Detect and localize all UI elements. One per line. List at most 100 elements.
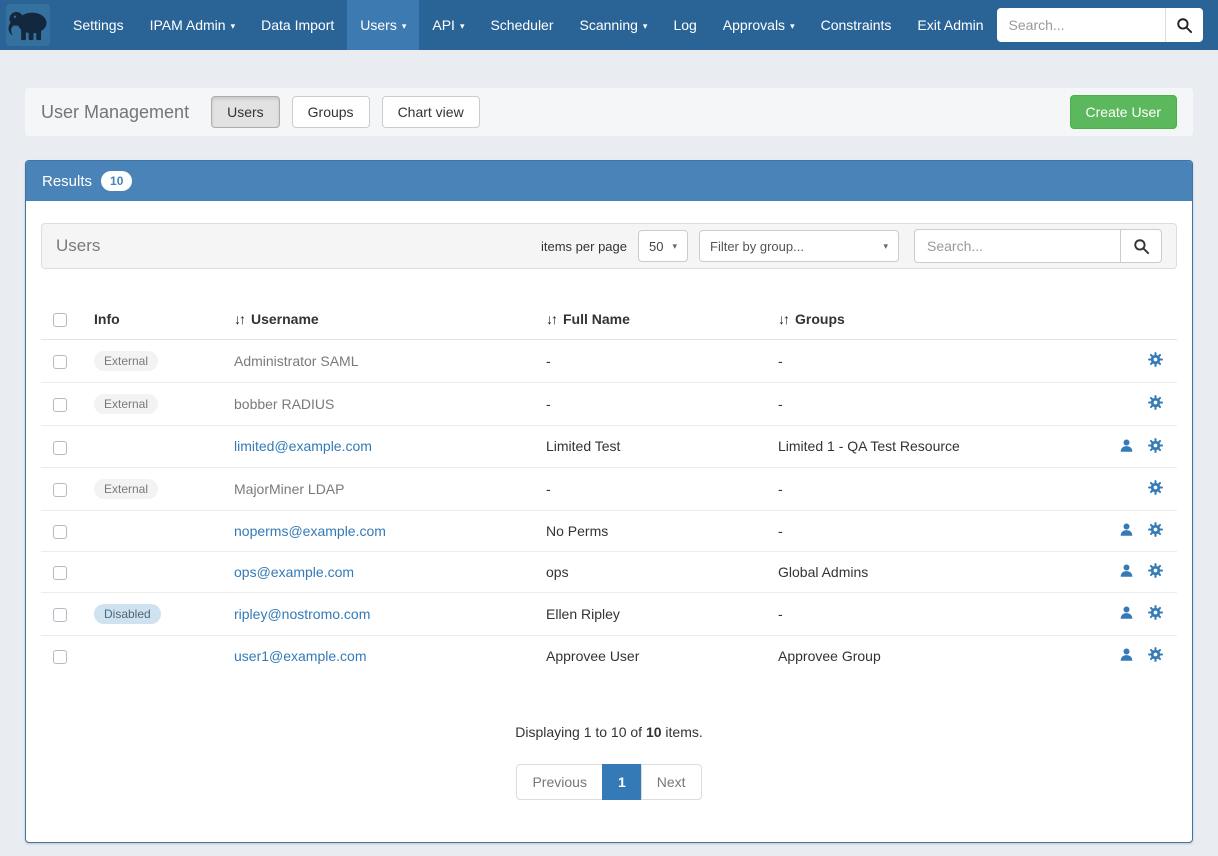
column-header-username[interactable]: ↓↑Username: [226, 301, 538, 340]
table-row: External Administrator SAML - -: [41, 340, 1177, 383]
username-cell: MajorMiner LDAP: [234, 481, 344, 497]
global-search-button[interactable]: [1165, 8, 1203, 42]
username-cell: Administrator SAML: [234, 353, 358, 369]
fullname-cell: -: [538, 383, 770, 426]
status-badge: External: [94, 394, 158, 414]
gear-icon[interactable]: [1148, 395, 1163, 413]
row-checkbox[interactable]: [53, 650, 67, 664]
nav-item-log[interactable]: Log: [660, 0, 709, 50]
user-menu[interactable]: ▾: [1203, 16, 1218, 34]
nav-item-constraints[interactable]: Constraints: [808, 0, 905, 50]
table-row: limited@example.com Limited Test Limited…: [41, 426, 1177, 467]
items-per-page-select[interactable]: 50 ▾: [638, 230, 688, 262]
toolbar-title: Users: [56, 236, 100, 256]
status-badge: Disabled: [94, 604, 161, 624]
row-checkbox[interactable]: [53, 525, 67, 539]
gear-icon[interactable]: [1148, 647, 1163, 665]
table-row: Disabled ripley@nostromo.com Ellen Riple…: [41, 593, 1177, 636]
global-search: [997, 8, 1203, 42]
nav-item-scheduler[interactable]: Scheduler: [477, 0, 566, 50]
row-checkbox[interactable]: [53, 355, 67, 369]
gear-icon[interactable]: [1148, 605, 1163, 623]
chevron-down-icon: ▾: [402, 22, 407, 31]
group-filter-select[interactable]: Filter by group... ▾: [699, 230, 899, 262]
results-panel-body: Users items per page 50 ▾ Filter by grou…: [26, 201, 1192, 842]
groups-cell: -: [770, 593, 1097, 636]
gear-icon[interactable]: [1148, 480, 1163, 498]
nav-item-data-import[interactable]: Data Import: [248, 0, 347, 50]
column-header-groups[interactable]: ↓↑Groups: [770, 301, 1097, 340]
row-checkbox[interactable]: [53, 398, 67, 412]
row-checkbox[interactable]: [53, 441, 67, 455]
fullname-cell: Approvee User: [538, 636, 770, 677]
column-header-fullname[interactable]: ↓↑Full Name: [538, 301, 770, 340]
page-header: User Management Users Groups Chart view …: [25, 88, 1193, 136]
gear-icon[interactable]: [1148, 522, 1163, 540]
user-profile-icon[interactable]: [1119, 438, 1134, 456]
create-user-button[interactable]: Create User: [1070, 95, 1177, 129]
row-checkbox[interactable]: [53, 566, 67, 580]
groups-cell: -: [770, 340, 1097, 383]
row-checkbox[interactable]: [53, 608, 67, 622]
page-title: User Management: [41, 102, 189, 123]
table-toolbar: Users items per page 50 ▾ Filter by grou…: [41, 223, 1177, 269]
table-row: noperms@example.com No Perms -: [41, 510, 1177, 551]
items-per-page-label: items per page: [541, 239, 627, 254]
username-cell: bobber RADIUS: [234, 396, 334, 412]
nav-item-settings[interactable]: Settings: [60, 0, 137, 50]
user-profile-icon[interactable]: [1119, 605, 1134, 623]
groups-cell: Approvee Group: [770, 636, 1097, 677]
global-search-input[interactable]: [997, 8, 1165, 42]
user-profile-icon[interactable]: [1119, 522, 1134, 540]
username-cell[interactable]: ripley@nostromo.com: [234, 606, 370, 622]
nav-item-ipam-admin[interactable]: IPAM Admin ▾: [137, 0, 249, 50]
nav-item-label: Exit Admin: [917, 17, 983, 33]
gear-icon[interactable]: [1148, 352, 1163, 370]
app-logo[interactable]: [6, 4, 50, 46]
chevron-down-icon: ▾: [883, 241, 888, 252]
chevron-down-icon: ▾: [460, 22, 465, 31]
tab-chart-view[interactable]: Chart view: [382, 96, 480, 128]
column-header-info: Info: [86, 301, 226, 340]
tab-users[interactable]: Users: [211, 96, 280, 128]
table-row: External MajorMiner LDAP - -: [41, 467, 1177, 510]
tab-groups[interactable]: Groups: [292, 96, 370, 128]
username-cell[interactable]: limited@example.com: [234, 438, 372, 454]
chevron-down-icon: ▾: [790, 22, 795, 31]
groups-cell: -: [770, 510, 1097, 551]
nav-item-scanning[interactable]: Scanning ▾: [567, 0, 661, 50]
nav-item-label: Data Import: [261, 17, 334, 33]
status-badge: External: [94, 351, 158, 371]
username-cell[interactable]: ops@example.com: [234, 564, 354, 580]
nav-item-api[interactable]: API ▾: [419, 0, 477, 50]
nav-item-label: Users: [360, 17, 397, 33]
pagination: Previous 1 Next: [516, 764, 701, 800]
results-panel-header: Results 10: [26, 161, 1192, 201]
nav-item-users[interactable]: Users ▾: [347, 0, 419, 50]
next-page-button[interactable]: Next: [641, 764, 702, 800]
nav-menu: Settings IPAM Admin ▾ Data Import Users …: [60, 0, 997, 50]
sort-icon: ↓↑: [234, 311, 244, 327]
users-table: Info ↓↑Username ↓↑Full Name ↓↑Groups Ext…: [41, 301, 1177, 676]
nav-item-label: Log: [673, 17, 696, 33]
gear-icon[interactable]: [1148, 438, 1163, 456]
nav-item-exit-admin[interactable]: Exit Admin: [904, 0, 996, 50]
username-cell[interactable]: user1@example.com: [234, 648, 367, 664]
gear-icon[interactable]: [1148, 563, 1163, 581]
fullname-cell: Ellen Ripley: [538, 593, 770, 636]
nav-item-approvals[interactable]: Approvals ▾: [710, 0, 808, 50]
sort-icon: ↓↑: [546, 311, 556, 327]
table-search-button[interactable]: [1120, 229, 1162, 263]
page-1-button[interactable]: 1: [602, 764, 642, 800]
fullname-cell: -: [538, 340, 770, 383]
search-icon: [1176, 17, 1193, 34]
previous-page-button[interactable]: Previous: [516, 764, 602, 800]
row-checkbox[interactable]: [53, 483, 67, 497]
chevron-down-icon: ▾: [672, 241, 677, 252]
table-search-input[interactable]: [914, 229, 1120, 263]
username-cell[interactable]: noperms@example.com: [234, 523, 386, 539]
user-profile-icon[interactable]: [1119, 647, 1134, 665]
user-profile-icon[interactable]: [1119, 563, 1134, 581]
results-panel: Results 10 Users items per page 50 ▾ Fil…: [25, 160, 1193, 843]
select-all-checkbox[interactable]: [53, 313, 67, 327]
